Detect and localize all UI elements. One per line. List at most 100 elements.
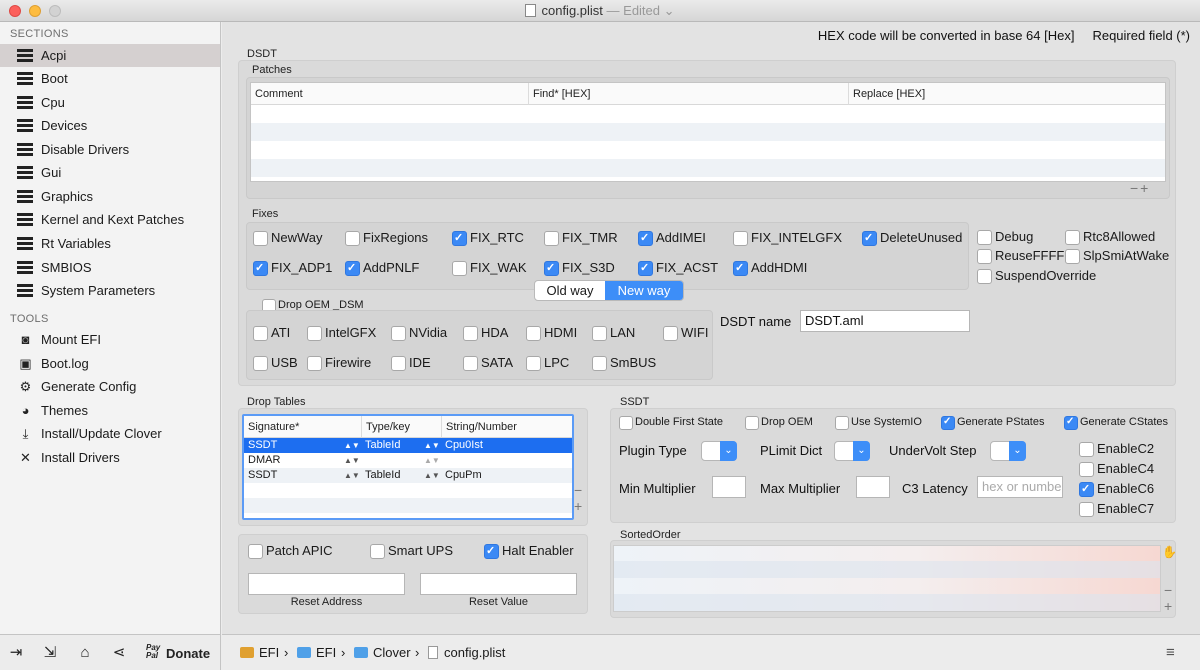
import-icon[interactable]: ⇥ bbox=[6, 643, 26, 663]
tool-install-drivers[interactable]: ✕ Install Drivers bbox=[0, 446, 220, 469]
dsm-intelgfx-checkbox[interactable]: IntelGFX bbox=[307, 324, 376, 342]
debug-checkbox[interactable]: Debug bbox=[977, 228, 1033, 246]
column-find[interactable]: Find* [HEX] bbox=[529, 83, 849, 105]
drop-tables-table[interactable]: Signature* Type/key String/Number SSDT ▲▼… bbox=[242, 414, 574, 520]
enable-c2-checkbox[interactable]: EnableC2 bbox=[1079, 440, 1154, 458]
fix-intelgfx-checkbox[interactable]: FIX_INTELGFX bbox=[733, 229, 842, 247]
dsm-lpc-checkbox[interactable]: LPC bbox=[526, 354, 569, 372]
max-multiplier-input[interactable] bbox=[856, 476, 890, 498]
column-comment[interactable]: Comment bbox=[251, 83, 529, 105]
dsm-sata-checkbox[interactable]: SATA bbox=[463, 354, 513, 372]
generate-cstates-checkbox[interactable]: Generate CStates bbox=[1064, 413, 1168, 431]
sidebar-item-devices[interactable]: Devices bbox=[0, 114, 220, 137]
breadcrumb-efi-volume[interactable]: EFI bbox=[240, 635, 279, 670]
paypal-logo[interactable]: Pay Pal bbox=[146, 644, 162, 660]
min-multiplier-input[interactable] bbox=[712, 476, 746, 498]
dsm-usb-checkbox[interactable]: USB bbox=[253, 354, 298, 372]
breadcrumb-efi-folder[interactable]: EFI bbox=[297, 635, 336, 670]
share-icon[interactable]: ⋖ bbox=[109, 643, 129, 663]
dsm-smbus-checkbox[interactable]: SmBUS bbox=[592, 354, 656, 372]
sidebar-item-rt-variables[interactable]: Rt Variables bbox=[0, 232, 220, 255]
edited-indicator[interactable]: — Edited ⌄ bbox=[607, 3, 675, 18]
breadcrumb-config-file[interactable]: config.plist bbox=[428, 635, 505, 670]
enable-c7-checkbox[interactable]: EnableC7 bbox=[1079, 500, 1154, 518]
enable-c6-checkbox[interactable]: EnableC6 bbox=[1079, 480, 1154, 498]
fix-wak-checkbox[interactable]: FIX_WAK bbox=[452, 259, 527, 277]
plimit-dict-popup[interactable]: ⌄ bbox=[834, 441, 870, 461]
menu-lines-icon[interactable]: ≡ bbox=[1166, 635, 1175, 670]
old-way-segment[interactable]: Old way bbox=[535, 281, 605, 300]
sidebar-item-gui[interactable]: Gui bbox=[0, 161, 220, 184]
home-icon[interactable]: ⌂ bbox=[75, 643, 95, 663]
fix-rtc-checkbox[interactable]: FIX_RTC bbox=[452, 229, 524, 247]
sidebar-item-boot[interactable]: Boot bbox=[0, 67, 220, 90]
fix-adp1-checkbox[interactable]: FIX_ADP1 bbox=[253, 259, 332, 277]
sidebar-item-smbios[interactable]: SMBIOS bbox=[0, 256, 220, 279]
drop-oem-checkbox[interactable]: Drop OEM bbox=[745, 413, 813, 431]
slpsmiatwake-checkbox[interactable]: SlpSmiAtWake bbox=[1065, 247, 1169, 265]
reuseffff-checkbox[interactable]: ReuseFFFF bbox=[977, 247, 1064, 265]
sidebar-item-graphics[interactable]: Graphics bbox=[0, 185, 220, 208]
column-replace[interactable]: Replace [HEX] bbox=[849, 83, 1165, 105]
minimize-window-button[interactable] bbox=[29, 5, 41, 17]
dsm-nvidia-checkbox[interactable]: NVidia bbox=[391, 324, 447, 342]
rtc8allowed-checkbox[interactable]: Rtc8Allowed bbox=[1065, 228, 1155, 246]
fix-tmr-checkbox[interactable]: FIX_TMR bbox=[544, 229, 618, 247]
fix-addimei-checkbox[interactable]: AddIMEI bbox=[638, 229, 706, 247]
tool-themes[interactable]: ◕ Themes bbox=[0, 399, 220, 422]
patch-apic-checkbox[interactable]: Patch APIC bbox=[248, 542, 332, 560]
reset-value-input[interactable] bbox=[420, 573, 577, 595]
donate-button[interactable]: Donate bbox=[166, 646, 210, 661]
fix-fixregions-checkbox[interactable]: FixRegions bbox=[345, 229, 428, 247]
dsm-lan-checkbox[interactable]: LAN bbox=[592, 324, 635, 342]
tool-mount-efi[interactable]: ◙ Mount EFI bbox=[0, 328, 220, 351]
tool-generate-config[interactable]: ⚙ Generate Config bbox=[0, 375, 220, 398]
fix-s3d-checkbox[interactable]: FIX_S3D bbox=[544, 259, 615, 277]
drop-tables-add-remove[interactable]: − + bbox=[574, 482, 582, 514]
generate-pstates-checkbox[interactable]: Generate PStates bbox=[941, 413, 1044, 431]
fix-addpnlf-checkbox[interactable]: AddPNLF bbox=[345, 259, 419, 277]
table-row[interactable]: SSDT ▲▼ TableId ▲▼ Cpu0Ist bbox=[244, 438, 572, 453]
column-type-key[interactable]: Type/key bbox=[362, 416, 442, 438]
dsm-wifi-checkbox[interactable]: WIFI bbox=[663, 324, 708, 342]
halt-enabler-checkbox[interactable]: Halt Enabler bbox=[484, 542, 574, 560]
fix-newway-checkbox[interactable]: NewWay bbox=[253, 229, 323, 247]
column-signature[interactable]: Signature* bbox=[244, 416, 362, 438]
dsdt-name-input[interactable]: DSDT.aml bbox=[800, 310, 970, 332]
table-row[interactable]: DMAR ▲▼ ▲▼ bbox=[244, 453, 572, 468]
undervolt-step-popup[interactable]: ⌄ bbox=[990, 441, 1026, 461]
sorted-order-table[interactable] bbox=[613, 545, 1161, 612]
column-string-number[interactable]: String/Number bbox=[442, 416, 572, 438]
dsm-hdmi-checkbox[interactable]: HDMI bbox=[526, 324, 577, 342]
new-way-segment[interactable]: New way bbox=[605, 281, 683, 300]
sidebar-item-acpi[interactable]: Acpi bbox=[0, 44, 220, 67]
smart-ups-checkbox[interactable]: Smart UPS bbox=[370, 542, 453, 560]
double-first-state-checkbox[interactable]: Double First State bbox=[619, 413, 723, 431]
sidebar-item-kernel-kext-patches[interactable]: Kernel and Kext Patches bbox=[0, 208, 220, 231]
patches-table[interactable]: Comment Find* [HEX] Replace [HEX] bbox=[250, 82, 1166, 182]
fix-addhdmi-checkbox[interactable]: AddHDMI bbox=[733, 259, 807, 277]
sidebar-item-disable-drivers[interactable]: Disable Drivers bbox=[0, 138, 220, 161]
fix-deleteunused-checkbox[interactable]: DeleteUnused bbox=[862, 229, 962, 247]
use-systemio-checkbox[interactable]: Use SystemIO bbox=[835, 413, 922, 431]
sidebar-item-cpu[interactable]: Cpu bbox=[0, 91, 220, 114]
dsm-ide-checkbox[interactable]: IDE bbox=[391, 354, 431, 372]
close-window-button[interactable] bbox=[9, 5, 21, 17]
zoom-window-button[interactable] bbox=[49, 5, 61, 17]
drag-hand-icon[interactable]: ✋ bbox=[1162, 545, 1177, 559]
reset-address-input[interactable] bbox=[248, 573, 405, 595]
sorted-order-add-remove[interactable]: − + bbox=[1164, 582, 1172, 614]
fix-mode-segmented-control[interactable]: Old way New way bbox=[534, 280, 684, 301]
c3-latency-input[interactable]: hex or number bbox=[977, 476, 1063, 498]
dsm-firewire-checkbox[interactable]: Firewire bbox=[307, 354, 371, 372]
patches-add-remove[interactable]: −+ bbox=[1130, 180, 1150, 196]
dsm-ati-checkbox[interactable]: ATI bbox=[253, 324, 290, 342]
export-icon[interactable]: ⇲ bbox=[40, 643, 60, 663]
fix-acst-checkbox[interactable]: FIX_ACST bbox=[638, 259, 718, 277]
table-row[interactable]: SSDT ▲▼ TableId ▲▼ CpuPm bbox=[244, 468, 572, 483]
dsm-hda-checkbox[interactable]: HDA bbox=[463, 324, 508, 342]
suspendoverride-checkbox[interactable]: SuspendOverride bbox=[977, 267, 1096, 285]
sidebar-item-system-parameters[interactable]: System Parameters bbox=[0, 279, 220, 302]
tool-boot-log[interactable]: ▣ Boot.log bbox=[0, 352, 220, 375]
tool-install-update-clover[interactable]: ⤓ Install/Update Clover bbox=[0, 422, 220, 445]
